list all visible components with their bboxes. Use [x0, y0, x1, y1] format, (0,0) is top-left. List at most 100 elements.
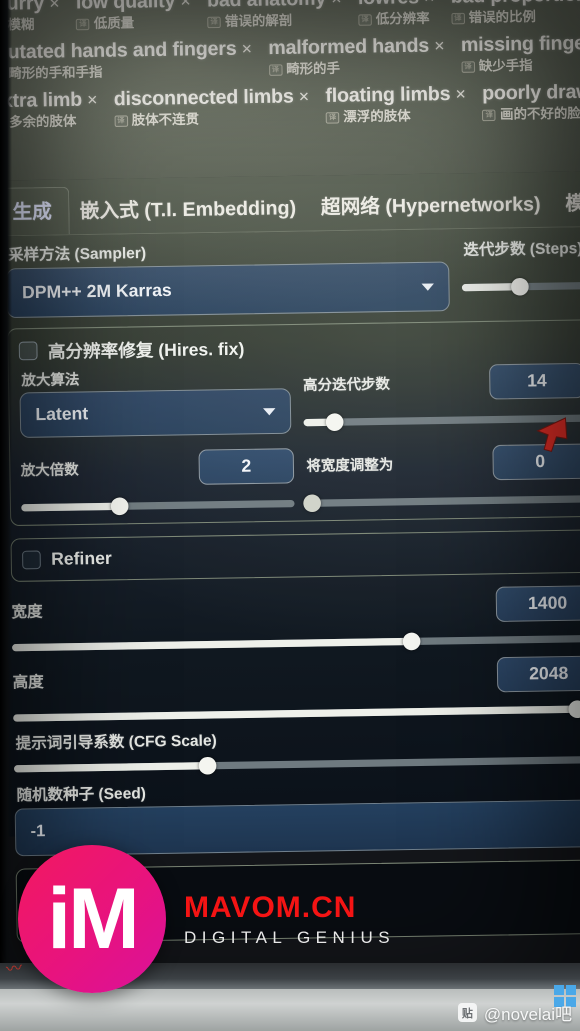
tag-chip[interactable]: malformed hands × 译畸形的手 [268, 35, 445, 77]
height-label: 高度 [12, 673, 44, 692]
height-slider[interactable] [13, 700, 580, 725]
tag-label: mutated hands and fingers × [0, 38, 252, 64]
tag-remove-icon[interactable]: × [455, 85, 465, 105]
screenshot-root: blurry× 译模糊 low quality× 译低质量 bad anatom… [0, 0, 580, 1031]
tag-label: missing fingers× [460, 32, 580, 57]
width-value[interactable]: 1400 [495, 585, 580, 623]
slider-knob[interactable] [568, 700, 580, 718]
watermark-logo: iM [18, 845, 166, 993]
tag-remove-icon[interactable]: × [180, 0, 190, 11]
translate-icon: 译 [450, 12, 465, 24]
hires-fix-checkbox[interactable] [18, 341, 38, 361]
sampler-dropdown[interactable]: DPM++ 2M Karras [6, 261, 450, 319]
sampler-value: DPM++ 2M Karras [21, 280, 172, 303]
tag-translation: 译缺少手指 [461, 57, 580, 74]
upscaler-dropdown[interactable]: Latent [19, 388, 292, 439]
tag-remove-icon[interactable]: × [242, 39, 252, 59]
steps-slider[interactable] [461, 277, 580, 296]
translate-icon: 译 [268, 64, 283, 76]
tag-chip[interactable]: extra limb× 译多余的肢体 [0, 90, 98, 130]
tag-chip[interactable]: mutated hands and fingers× 译畸形的手和手指 [0, 38, 252, 82]
tag-label: bad anatomy× [207, 0, 342, 12]
translate-icon: 译 [482, 109, 497, 122]
generation-settings-panel: 采样方法 (Sampler) DPM++ 2M Karras 迭代步数 (Ste… [0, 226, 580, 944]
slider-knob[interactable] [199, 756, 217, 775]
screen-bezel [0, 0, 12, 1031]
tag-translation: 译畸形的手和手指 [0, 63, 252, 82]
tag-chip[interactable]: bad anatomy× 译错误的解剖 [207, 0, 342, 29]
tag-remove-icon[interactable]: × [87, 90, 97, 110]
sampler-label: 采样方法 (Sampler) [7, 244, 147, 265]
hires-fix-group: 高分辨率修复 (Hires. fix) 放大算法 Latent 高分迭代步数 1… [7, 319, 580, 527]
tag-label: bad proportions [451, 0, 580, 8]
slider-fill [13, 762, 209, 773]
translate-icon: 译 [461, 61, 475, 73]
tag-label: poorly drawn fa [481, 81, 580, 106]
tag-label: disconnected limbs × [113, 86, 310, 111]
width-slider[interactable] [12, 631, 580, 655]
tag-chip[interactable]: lowres× 译低分辨率 [358, 0, 435, 27]
tieba-handle: @novelai吧 [483, 1005, 572, 1024]
tag-translation: 译画的不好的脸 [482, 106, 580, 123]
mouse-cursor-icon [536, 417, 568, 452]
width-label: 宽度 [11, 602, 43, 622]
slider-knob[interactable] [510, 277, 529, 296]
slider-knob[interactable] [325, 412, 344, 431]
resize-width-slider[interactable] [303, 492, 580, 513]
height-value[interactable]: 2048 [496, 655, 580, 693]
upscale-by-value[interactable]: 2 [198, 448, 295, 486]
slider-knob[interactable] [303, 494, 322, 513]
tag-remove-icon[interactable]: × [49, 0, 59, 13]
tag-remove-icon[interactable]: × [424, 0, 434, 7]
tag-row: extra limb× 译多余的肢体 disconnected limbs× 译… [0, 81, 580, 131]
negative-prompt-tag-list: blurry× 译模糊 low quality× 译低质量 bad anatom… [0, 0, 580, 181]
translate-icon: 译 [358, 13, 372, 26]
tag-remove-icon[interactable]: × [331, 0, 341, 9]
slider-fill [21, 502, 120, 512]
tag-chip[interactable]: floating limbs × 译漂浮的肢体 [325, 84, 466, 126]
watermark-site: MAVOM.CN [184, 890, 357, 924]
chevron-down-icon [263, 408, 276, 416]
tag-translation: 译肢体不连贯 [114, 111, 309, 129]
tag-row: blurry× 译模糊 low quality× 译低质量 bad anatom… [0, 0, 580, 33]
tag-translation: 译漂浮的肢体 [325, 108, 466, 125]
tag-remove-icon[interactable]: × [299, 87, 309, 107]
tag-chip[interactable]: missing fingers× 译缺少手指 [461, 33, 580, 74]
watermark: iM MAVOM.CN DIGITAL GENIUS [18, 845, 395, 993]
refiner-checkbox[interactable] [22, 550, 41, 570]
tag-translation: 译错误的比例 [450, 9, 580, 26]
tab-models[interactable]: 模 [555, 179, 580, 226]
translate-icon: 译 [76, 18, 90, 30]
tag-translation: 译错误的解剖 [207, 12, 341, 30]
tag-chip[interactable]: disconnected limbs × 译肢体不连贯 [113, 86, 310, 129]
slider-knob[interactable] [110, 497, 129, 516]
tag-label: lowres× [358, 0, 435, 9]
tag-label: low quality × [76, 0, 191, 14]
tag-chip[interactable]: low quality × 译低质量 [76, 0, 191, 32]
translate-icon: 译 [114, 115, 128, 128]
resize-width-label: 将宽度调整为 [306, 456, 394, 475]
watermark-tagline: DIGITAL GENIUS [184, 927, 396, 947]
tab-hypernetworks[interactable]: 超网络 (Hypernetworks) [310, 180, 555, 230]
cfg-scale-slider[interactable] [13, 752, 580, 776]
slider-knob[interactable] [402, 632, 421, 651]
tag-chip[interactable]: poorly drawn fa 译画的不好的脸 [481, 81, 580, 123]
translate-icon: 译 [325, 112, 340, 124]
upscaler-label: 放大算法 [21, 371, 80, 389]
tab-embeddings[interactable]: 嵌入式 (T.I. Embedding) [69, 184, 311, 234]
tag-remove-icon[interactable]: × [434, 36, 444, 56]
steps-label: 迭代步数 (Steps) [463, 239, 580, 260]
slider-fill [12, 637, 412, 652]
tag-label: extra limb × [0, 89, 98, 113]
hires-steps-label: 高分迭代步数 [302, 375, 391, 394]
translate-icon: 译 [207, 16, 221, 28]
tag-chip[interactable]: bad proportions 译错误的比例 [451, 0, 580, 26]
tag-row: mutated hands and fingers× 译畸形的手和手指 malf… [0, 33, 580, 82]
hires-steps-value[interactable]: 14 [489, 363, 580, 400]
refiner-checkbox-row[interactable]: Refiner [22, 541, 580, 571]
hires-fix-checkbox-row[interactable]: 高分辨率修复 (Hires. fix) [18, 329, 580, 364]
cfg-scale-label: 提示词引导系数 (CFG Scale) [15, 732, 217, 754]
chevron-down-icon [421, 283, 435, 292]
tieba-watermark: 贴 @novelai吧 [457, 1000, 572, 1025]
upscale-by-slider[interactable] [21, 496, 295, 516]
